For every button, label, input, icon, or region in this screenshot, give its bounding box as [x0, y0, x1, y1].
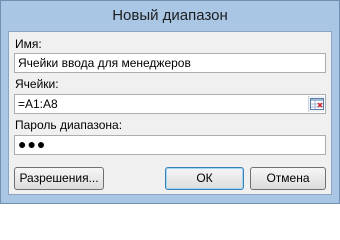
password-input[interactable]: ●●● — [14, 135, 326, 155]
collapse-dialog-icon[interactable] — [308, 96, 324, 112]
permissions-button[interactable]: Разрешения... — [14, 167, 104, 190]
name-input[interactable]: Ячейки ввода для менеджеров — [14, 53, 326, 73]
cells-input[interactable]: =A1:A8 — [14, 94, 326, 114]
cells-label: Ячейки: — [15, 77, 59, 91]
name-label: Имя: — [15, 37, 42, 51]
ok-button[interactable]: ОК — [165, 167, 244, 190]
new-range-dialog: Новый диапазон Имя: Ячейки ввода для мен… — [0, 0, 340, 204]
cancel-button[interactable]: Отмена — [250, 167, 326, 190]
password-label: Пароль диапазона: — [15, 118, 123, 132]
cells-value: =A1:A8 — [18, 97, 58, 111]
dialog-title: Новый диапазон — [112, 7, 228, 24]
dialog-body: Имя: Ячейки ввода для менеджеров Ячейки:… — [8, 31, 332, 195]
